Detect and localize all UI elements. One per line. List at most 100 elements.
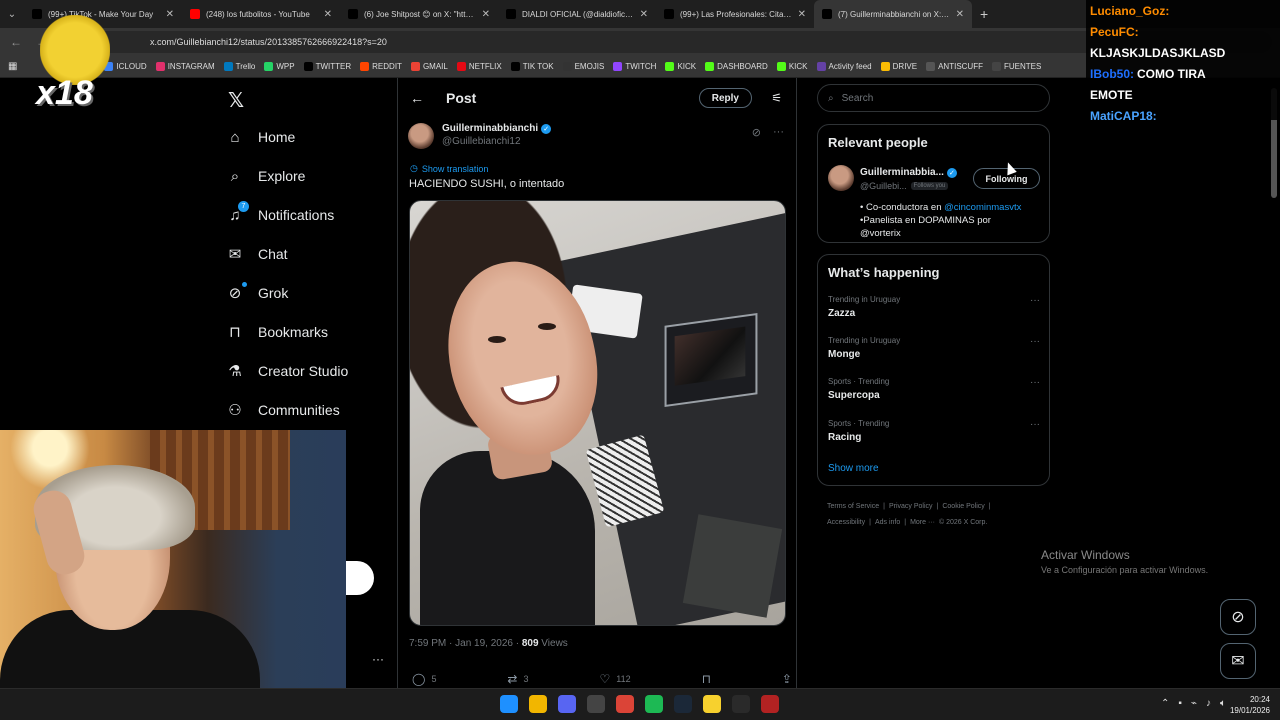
notes-icon[interactable] bbox=[703, 695, 721, 713]
obs-icon[interactable] bbox=[587, 695, 605, 713]
chrome-icon[interactable] bbox=[616, 695, 634, 713]
tray-app-icon[interactable]: ▪ bbox=[1178, 698, 1182, 709]
nav-item-bookmarks[interactable]: ⊓ Bookmarks bbox=[226, 323, 328, 341]
like-action[interactable]: ♡ 112 bbox=[599, 672, 630, 686]
browser-tab[interactable]: (99+) Las Profesionales: Cita De... ✕ bbox=[656, 0, 814, 28]
close-icon[interactable]: ✕ bbox=[640, 9, 648, 20]
bookmark-action[interactable]: ⊓ bbox=[702, 672, 711, 686]
bookmark-item[interactable]: ANTISCUFF bbox=[926, 62, 983, 71]
bookmark-item[interactable]: TWITCH bbox=[613, 62, 656, 71]
browser-tab[interactable]: (248) los futbolitos - YouTube ✕ bbox=[182, 0, 340, 28]
post-photo[interactable] bbox=[409, 200, 786, 626]
post-author[interactable]: Guillerminabbianchi ✓ @Guillebianchi12 bbox=[408, 123, 552, 149]
more-options-icon[interactable]: ··· bbox=[1030, 336, 1040, 347]
browser-tab[interactable]: DIALDI OFICIAL (@dialdioficial) ✕ bbox=[498, 0, 656, 28]
more-options-icon[interactable]: ··· bbox=[773, 126, 784, 139]
share-action[interactable]: ⇪ bbox=[782, 672, 792, 686]
browser-tab[interactable]: (6) Joe Shitpost 😊 on X: "http... ✕ bbox=[340, 0, 498, 28]
avatar[interactable] bbox=[828, 165, 854, 191]
chevron-up-icon[interactable]: ⌃ bbox=[1161, 698, 1169, 709]
bookmark-item[interactable]: INSTAGRAM bbox=[155, 62, 215, 71]
bio-mention-link[interactable]: @vorterix bbox=[860, 228, 901, 239]
x-logo-icon[interactable]: 𝕏 bbox=[228, 88, 244, 113]
apps-grid-icon[interactable]: ▦ bbox=[8, 61, 17, 72]
bookmark-item[interactable]: TWITTER bbox=[303, 62, 351, 71]
trend-item[interactable]: Sports · Trending Racing ··· bbox=[828, 419, 1040, 443]
author-handle[interactable]: @Guillebianchi12 bbox=[442, 136, 551, 147]
nav-item-creator-studio[interactable]: ⚗ Creator Studio bbox=[226, 362, 348, 380]
bookmark-item[interactable]: DASHBOARD bbox=[705, 62, 768, 71]
nav-item-grok[interactable]: ⊘ Grok bbox=[226, 282, 288, 302]
back-icon[interactable]: ← bbox=[8, 35, 24, 49]
network-icon[interactable]: ⌁ bbox=[1191, 698, 1197, 709]
nav-item-chat[interactable]: ✉ Chat bbox=[226, 245, 288, 263]
author-name[interactable]: Guillerminabbianchi bbox=[442, 123, 538, 134]
footer-link[interactable]: Terms of Service bbox=[827, 503, 879, 510]
nav-item-notifications[interactable]: ♫ 7 Notifications bbox=[226, 201, 334, 224]
trend-item[interactable]: Trending in Uruguay Zazza ··· bbox=[828, 295, 1040, 319]
grok-icon[interactable]: ⊘ bbox=[752, 126, 761, 139]
bookmark-item[interactable]: WPP bbox=[264, 62, 295, 71]
more-options-icon[interactable]: ··· bbox=[1030, 295, 1040, 306]
bookmark-item[interactable]: NETFLIX bbox=[456, 62, 502, 71]
new-tab-button[interactable]: + bbox=[972, 6, 996, 22]
search-input[interactable]: ⌕ Search bbox=[817, 84, 1050, 112]
close-icon[interactable]: ✕ bbox=[956, 9, 964, 20]
reply-button[interactable]: Reply bbox=[698, 88, 752, 108]
show-translation-link[interactable]: ◷ Show translation bbox=[410, 163, 488, 174]
epic-icon[interactable] bbox=[732, 695, 750, 713]
nav-item-home[interactable]: ⌂ Home bbox=[226, 128, 295, 146]
nav-item-explore[interactable]: ⌕ Explore bbox=[226, 167, 306, 185]
footer-link[interactable]: © 2026 X Corp. bbox=[939, 519, 987, 526]
microphone-icon[interactable]: ♪ bbox=[1206, 698, 1211, 709]
speaker-icon[interactable]: 🔈︎ bbox=[1220, 698, 1226, 709]
reply-action[interactable]: ◯ 5 bbox=[412, 672, 436, 686]
bookmark-item[interactable]: REDDIT bbox=[360, 62, 402, 71]
close-icon[interactable]: ✕ bbox=[482, 9, 490, 20]
bookmark-item[interactable]: KICK bbox=[665, 62, 696, 71]
discord-icon[interactable] bbox=[558, 695, 576, 713]
browser-tab[interactable]: (7) Guillerminabbianchi on X: "H... ✕ bbox=[814, 0, 972, 28]
bookmark-item[interactable]: FUENTES bbox=[991, 62, 1041, 71]
trend-item[interactable]: Sports · Trending Supercopa ··· bbox=[828, 377, 1040, 401]
windows-icon[interactable] bbox=[500, 695, 518, 713]
back-arrow-icon[interactable]: ← bbox=[410, 90, 424, 106]
messages-fab-button[interactable]: ✉ bbox=[1220, 643, 1256, 679]
steam-icon[interactable] bbox=[674, 695, 692, 713]
bookmark-item[interactable]: Activity feed bbox=[816, 62, 872, 71]
relevant-person-handle[interactable]: @Guillebi... bbox=[860, 181, 907, 191]
close-icon[interactable]: ✕ bbox=[324, 9, 332, 20]
tab-search-icon[interactable]: ⌄ bbox=[0, 0, 24, 28]
footer-link[interactable]: Ads info bbox=[875, 519, 900, 526]
voicemeeter-icon[interactable] bbox=[761, 695, 779, 713]
show-more-link[interactable]: Show more bbox=[828, 463, 879, 474]
footer-link[interactable]: Accessibility bbox=[827, 519, 865, 526]
system-clock[interactable]: 20:24 19/01/2026 bbox=[1230, 694, 1270, 716]
more-options-icon[interactable]: ··· bbox=[1030, 419, 1040, 430]
repost-action[interactable]: ⇄ 3 bbox=[507, 672, 528, 686]
spotify-icon[interactable] bbox=[645, 695, 663, 713]
relevant-person-name[interactable]: Guillerminabbia... bbox=[860, 167, 944, 178]
more-options-icon[interactable]: ··· bbox=[372, 652, 384, 666]
close-icon[interactable]: ✕ bbox=[166, 9, 174, 20]
bookmark-item[interactable]: KICK bbox=[776, 62, 808, 71]
bookmark-item[interactable]: DRIVE bbox=[880, 62, 917, 71]
close-icon[interactable]: ✕ bbox=[798, 9, 806, 20]
nav-item-communities[interactable]: ⚇ Communities bbox=[226, 401, 339, 419]
footer-link[interactable]: Privacy Policy bbox=[889, 503, 933, 510]
bookmark-item[interactable]: ICLOUD bbox=[104, 62, 147, 71]
bio-mention-link[interactable]: @cincominmasvtx bbox=[944, 202, 1021, 213]
bookmark-item[interactable]: Trello bbox=[223, 62, 255, 71]
bookmark-item[interactable]: TIK TOK bbox=[510, 62, 554, 71]
post-time[interactable]: 7:59 PM · Jan 19, 2026 · bbox=[409, 638, 522, 649]
trend-item[interactable]: Trending in Uruguay Monge ··· bbox=[828, 336, 1040, 360]
settings-sliders-icon[interactable]: ⚟ bbox=[771, 91, 782, 105]
footer-link[interactable]: More ··· bbox=[910, 519, 935, 526]
avatar[interactable] bbox=[408, 123, 434, 149]
bookmark-item[interactable]: EMOJIS bbox=[562, 62, 604, 71]
more-options-icon[interactable]: ··· bbox=[1030, 377, 1040, 388]
bookmark-item[interactable]: GMAIL bbox=[410, 62, 448, 71]
explorer-icon[interactable] bbox=[529, 695, 547, 713]
footer-link[interactable]: Cookie Policy bbox=[942, 503, 984, 510]
grok-fab-button[interactable]: ⊘ bbox=[1220, 599, 1256, 635]
